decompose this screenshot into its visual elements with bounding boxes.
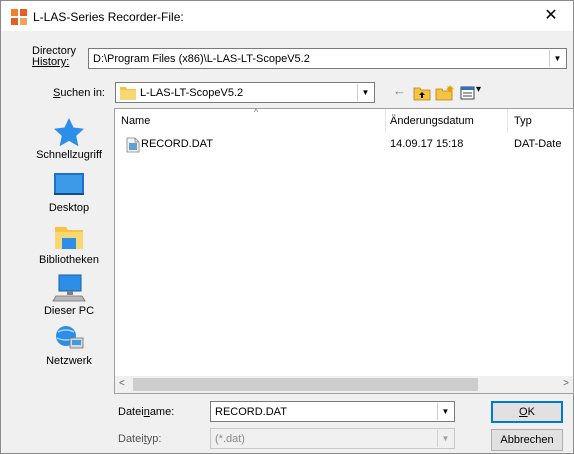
column-header-name[interactable]: Name xyxy=(121,115,150,127)
file-icon xyxy=(126,137,140,153)
chevron-down-icon[interactable]: ▼ xyxy=(357,84,373,101)
column-divider[interactable] xyxy=(507,109,508,133)
file-dialog: L-LAS-Series Recorder-File: ✕ Directory … xyxy=(0,0,574,454)
filename-label-post: ame: xyxy=(149,406,175,418)
lookin-label-rest: uchen in: xyxy=(60,87,105,99)
horizontal-scrollbar[interactable]: < > xyxy=(115,376,573,393)
place-label: Netzwerk xyxy=(46,355,92,367)
new-folder-icon[interactable] xyxy=(435,85,455,101)
window-title: L-LAS-Series Recorder-File: xyxy=(33,10,184,24)
scroll-left-icon[interactable]: < xyxy=(119,378,125,389)
place-desktop[interactable]: Desktop xyxy=(31,169,107,214)
filetype-value: (*.dat) xyxy=(215,433,245,445)
lookin-value: L-LAS-LT-ScopeV5.2 xyxy=(140,87,244,99)
file-list[interactable]: Name ^ Änderungsdatum Typ RECORD.DAT 14.… xyxy=(114,107,574,394)
filetype-label: Dateityp: xyxy=(118,433,161,445)
ok-button[interactable]: OK xyxy=(491,401,563,423)
place-label: Bibliotheken xyxy=(39,254,99,266)
place-schnellzugriff[interactable]: Schnellzugriff xyxy=(31,116,107,161)
place-label: Dieser PC xyxy=(43,305,95,317)
up-folder-icon[interactable] xyxy=(413,85,431,101)
file-name: RECORD.DAT xyxy=(141,138,213,150)
column-header-date[interactable]: Änderungsdatum xyxy=(390,115,474,127)
desktop-icon xyxy=(54,173,84,195)
scroll-thumb[interactable] xyxy=(133,378,478,391)
back-icon[interactable]: ← xyxy=(393,83,406,99)
folder-icon xyxy=(120,87,136,100)
column-header-type[interactable]: Typ xyxy=(514,115,532,127)
chevron-down-icon[interactable]: ▼ xyxy=(437,403,453,420)
place-bibliotheken[interactable]: Bibliotheken xyxy=(31,221,107,266)
lookin-combo[interactable]: L-LAS-LT-ScopeV5.2 ▼ xyxy=(115,82,375,103)
ok-button-mnemonic: O xyxy=(519,406,528,418)
filename-combo[interactable]: RECORD.DAT ▼ xyxy=(210,401,455,422)
filetype-label-post: yp: xyxy=(146,433,162,445)
column-divider[interactable] xyxy=(385,109,386,133)
lookin-label: Suchen in: xyxy=(53,87,105,99)
filename-value: RECORD.DAT xyxy=(215,406,287,418)
directory-history-value: D:\Program Files (x86)\L-LAS-LT-ScopeV5.… xyxy=(93,53,310,65)
file-type: DAT-Date xyxy=(514,138,562,150)
history-label-line2: History: xyxy=(32,56,70,68)
directory-history-combo[interactable]: D:\Program Files (x86)\L-LAS-LT-ScopeV5.… xyxy=(88,48,567,69)
file-date: 14.09.17 15:18 xyxy=(390,138,464,150)
cancel-button[interactable]: Abbrechen xyxy=(491,429,563,451)
library-icon xyxy=(55,227,83,249)
places-bar: Schnellzugriff Desktop Bibliotheken Dies… xyxy=(31,108,107,446)
star-icon xyxy=(54,118,84,147)
title-bar: L-LAS-Series Recorder-File: ✕ xyxy=(1,1,573,31)
filename-label: Dateiname: xyxy=(118,406,174,418)
chevron-down-icon: ▼ xyxy=(437,430,453,447)
place-dieser-pc[interactable]: Dieser PC xyxy=(31,272,107,317)
view-dropdown-arrow[interactable]: ▾ xyxy=(476,84,481,100)
history-label: Directory History: xyxy=(32,46,76,68)
place-label: Schnellzugriff xyxy=(36,149,102,161)
place-label: Desktop xyxy=(48,202,90,214)
chevron-down-icon[interactable]: ▼ xyxy=(549,50,565,67)
filetype-label-pre: Datei xyxy=(118,433,144,445)
file-row[interactable]: RECORD.DAT 14.09.17 15:18 DAT-Date xyxy=(121,136,574,154)
network-icon xyxy=(56,326,84,349)
sort-ascending-icon: ^ xyxy=(254,107,259,117)
ok-button-label: K xyxy=(527,406,535,418)
view-menu-icon[interactable] xyxy=(460,85,476,101)
scroll-right-icon[interactable]: > xyxy=(563,378,569,389)
filetype-combo: (*.dat) ▼ xyxy=(210,428,455,449)
computer-icon xyxy=(52,274,86,302)
app-icon xyxy=(11,9,27,25)
close-button[interactable]: ✕ xyxy=(529,1,573,31)
filename-label-pre: Datei xyxy=(118,406,144,418)
place-netzwerk[interactable]: Netzwerk xyxy=(31,322,107,367)
